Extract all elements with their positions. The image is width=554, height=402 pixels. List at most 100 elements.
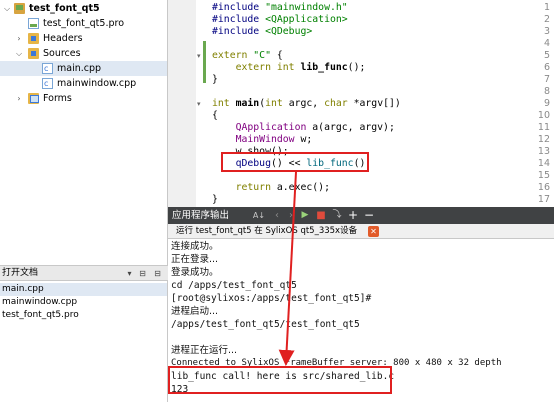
- chevron-down-icon[interactable]: ⌵: [2, 1, 12, 16]
- tree-item-label: main.cpp: [57, 63, 102, 74]
- code-token: a(argc, argv);: [306, 122, 395, 133]
- folder-icon: [28, 48, 39, 59]
- fold-marker-icon[interactable]: ▾: [197, 50, 205, 62]
- code-token: extern: [212, 50, 248, 61]
- forms-folder-icon: [28, 93, 39, 104]
- open-documents-title: 打开文档: [2, 268, 39, 278]
- chevron-down-icon[interactable]: ⌵: [14, 46, 24, 61]
- fold-marker-icon[interactable]: ▾: [197, 98, 205, 110]
- plus-icon[interactable]: +: [348, 209, 358, 222]
- code-token: main: [229, 98, 260, 109]
- output-tab-bar: 运行 test_font_qt5 在 SylixOS qt5_335x设备 ✕: [168, 224, 554, 239]
- line-number: 14: [537, 158, 550, 169]
- tree-item-main-cpp[interactable]: main.cpp: [0, 61, 167, 76]
- dropdown-icon[interactable]: ▾: [124, 267, 135, 280]
- line-number: 15: [537, 170, 550, 181]
- line-number: 1: [543, 2, 550, 13]
- line-number: 16: [537, 182, 550, 193]
- line-number: 12: [537, 134, 550, 145]
- code-token: <QApplication>: [259, 14, 348, 25]
- code-token: int: [265, 98, 283, 109]
- open-documents-header: 打开文档 ▾ ⊟ ⊟: [0, 265, 168, 281]
- code-token: return: [212, 182, 271, 193]
- pro-file-icon: [28, 18, 39, 29]
- tree-item-pro-file[interactable]: test_font_qt5.pro: [0, 16, 168, 31]
- tree-item-label: test_font_qt5: [29, 3, 100, 14]
- project-tree: ⌵ test_font_qt5 test_font_qt5.pro › Head…: [0, 0, 168, 265]
- output-line: 正在登录...: [171, 254, 219, 265]
- open-document-item[interactable]: mainwindow.cpp: [2, 296, 77, 309]
- open-document-item[interactable]: test_font_qt5.pro: [2, 309, 79, 322]
- code-token: #include: [212, 14, 260, 25]
- code-token: int: [212, 98, 230, 109]
- stop-icon[interactable]: ■: [316, 209, 326, 222]
- code-token: ();: [347, 62, 366, 73]
- output-line: cd /apps/test_font_qt5: [171, 280, 297, 291]
- code-editor[interactable]: 1 2 3 4 5 6 7 8 9 10 11 12 13 14 15 16 1…: [168, 0, 554, 207]
- filter-icon[interactable]: A↓: [252, 209, 266, 222]
- code-line: {: [212, 110, 218, 121]
- code-token: extern int: [212, 62, 295, 73]
- code-token: {: [270, 50, 283, 61]
- folder-icon: [28, 33, 39, 44]
- tree-item-mainwindow-cpp[interactable]: mainwindow.cpp: [0, 76, 168, 91]
- attach-icon[interactable]: ⤵: [332, 209, 342, 222]
- code-token: *argv[]): [347, 98, 401, 109]
- line-number: 8: [543, 86, 550, 97]
- code-line: #include <QDebug>: [212, 26, 312, 38]
- tree-item-label: mainwindow.cpp: [57, 78, 137, 89]
- code-token: <QDebug>: [259, 26, 313, 37]
- line-number: 11: [537, 122, 550, 133]
- output-pane-toolbar: 应用程序输出 A↓ ‹ › ▶ ■ ⤵ + −: [168, 207, 554, 224]
- cpp-file-icon: [42, 61, 53, 76]
- run-output-tab[interactable]: 运行 test_font_qt5 在 SylixOS qt5_335x设备: [176, 225, 357, 238]
- code-token: a.exec();: [270, 182, 330, 193]
- close-icon[interactable]: ✕: [368, 226, 379, 237]
- line-number: 6: [543, 62, 550, 73]
- open-documents-list: main.cpp mainwindow.cpp test_font_qt5.pr…: [0, 281, 168, 402]
- close-pane-icon[interactable]: ⊟: [152, 267, 163, 280]
- tree-item-label: Forms: [43, 93, 72, 104]
- line-number-gutter: [168, 0, 196, 207]
- tree-item-forms[interactable]: › Forms: [0, 91, 168, 106]
- line-number: 5: [543, 50, 550, 61]
- prev-icon[interactable]: ‹: [272, 209, 282, 222]
- line-number: 3: [543, 26, 550, 37]
- code-token: w;: [294, 134, 313, 145]
- line-number: 9: [543, 98, 550, 109]
- annotation-highlight-output: [168, 366, 392, 394]
- tree-item-label: Sources: [43, 48, 81, 59]
- code-line: }: [212, 194, 218, 205]
- tree-item-headers[interactable]: › Headers: [0, 31, 168, 46]
- output-line: 登录成功。: [171, 267, 219, 278]
- code-token: lib_func: [294, 62, 348, 73]
- code-line: extern int lib_func();: [212, 62, 366, 74]
- output-line: /apps/test_font_qt5/test_font_qt5: [171, 319, 360, 330]
- split-icon[interactable]: ⊟: [137, 267, 148, 280]
- code-line: QApplication a(argc, argv);: [212, 122, 395, 134]
- code-line: }: [212, 74, 218, 85]
- tree-item-label: test_font_qt5.pro: [43, 18, 125, 29]
- tree-item-sources[interactable]: ⌵ Sources: [0, 46, 168, 61]
- open-document-item[interactable]: main.cpp: [0, 283, 167, 296]
- tree-item-project[interactable]: ⌵ test_font_qt5: [0, 1, 168, 16]
- code-token: "C": [247, 50, 271, 61]
- output-line: 进程启动...: [171, 306, 219, 317]
- next-icon[interactable]: ›: [286, 209, 296, 222]
- code-line: #include "mainwindow.h": [212, 2, 348, 14]
- line-number: 10: [537, 110, 550, 121]
- tree-item-label: Headers: [43, 33, 83, 44]
- line-number: 17: [537, 194, 550, 205]
- change-marker: [203, 41, 206, 83]
- run-icon[interactable]: ▶: [300, 209, 310, 222]
- line-number: 2: [543, 14, 550, 25]
- code-line: MainWindow w;: [212, 134, 313, 146]
- chevron-right-icon[interactable]: ›: [14, 91, 24, 106]
- chevron-right-icon[interactable]: ›: [14, 31, 24, 46]
- annotation-highlight-code: [221, 152, 369, 172]
- code-token: "mainwindow.h": [259, 2, 348, 13]
- code-line: return a.exec();: [212, 182, 330, 194]
- code-line: int main(int argc, char *argv[]): [212, 98, 401, 110]
- minus-icon[interactable]: −: [364, 209, 374, 222]
- code-token: #include: [212, 26, 260, 37]
